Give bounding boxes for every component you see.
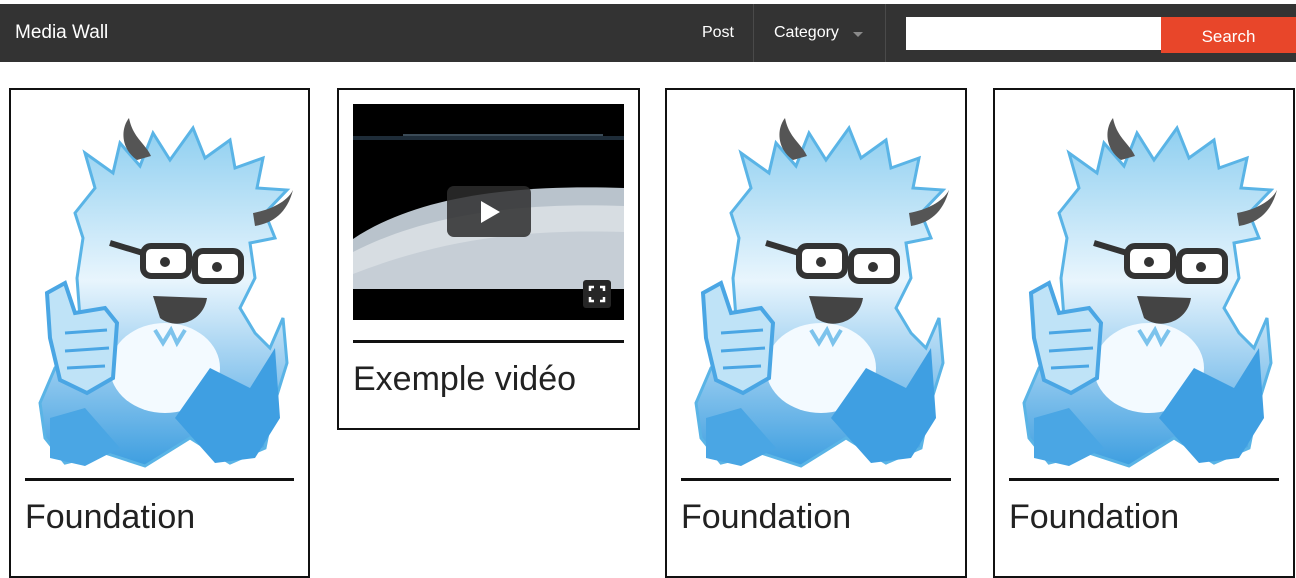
caption-divider — [681, 478, 951, 481]
caption-divider — [353, 340, 624, 343]
nav-category-dropdown[interactable]: Category — [754, 4, 886, 62]
play-icon — [481, 201, 500, 223]
nav-post[interactable]: Post — [683, 4, 754, 62]
caret-down-icon — [853, 32, 863, 37]
caption-divider — [1009, 478, 1279, 481]
card-caption: Foundation — [681, 498, 852, 536]
yeti-mascot-image — [1009, 118, 1279, 473]
play-button[interactable] — [447, 186, 531, 237]
fullscreen-icon — [588, 285, 606, 303]
nav-category-label: Category — [774, 24, 839, 41]
top-bar: Media Wall Post Category Search — [0, 4, 1296, 62]
card-caption: Foundation — [1009, 498, 1180, 536]
media-card[interactable]: Foundation — [665, 88, 967, 578]
media-card[interactable]: Foundation — [993, 88, 1295, 578]
media-card[interactable]: Exemple vidéo — [337, 88, 640, 430]
yeti-mascot-image — [681, 118, 951, 473]
fullscreen-button[interactable] — [583, 280, 611, 308]
media-card[interactable]: Foundation — [9, 88, 310, 578]
search-input[interactable] — [906, 17, 1161, 50]
search-button[interactable]: Search — [1161, 17, 1296, 53]
caption-divider — [25, 478, 294, 481]
yeti-mascot-image — [25, 118, 295, 473]
video-player[interactable] — [353, 104, 624, 320]
card-caption: Foundation — [25, 498, 196, 536]
card-caption: Exemple vidéo — [353, 360, 577, 398]
brand-title[interactable]: Media Wall — [15, 4, 108, 62]
